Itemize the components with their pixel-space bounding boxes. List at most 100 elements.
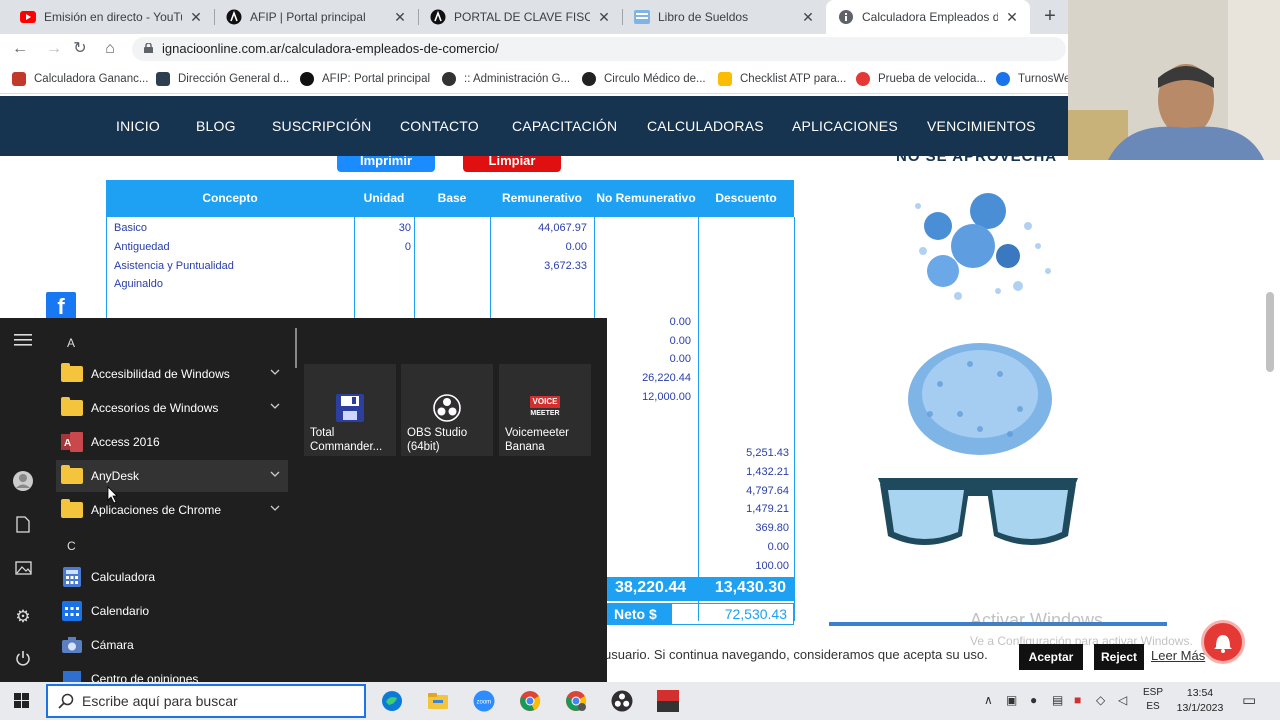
no-remunerativo-cell: 12,000.00 — [642, 391, 691, 403]
facebook-icon[interactable]: f — [46, 292, 76, 320]
section-letter[interactable]: A — [67, 336, 75, 350]
close-icon[interactable]: ✕ — [800, 9, 816, 26]
notification-bell-icon[interactable] — [1201, 620, 1245, 664]
obs-icon[interactable] — [611, 690, 633, 712]
bookmark-item[interactable]: Prueba de velocida... — [856, 70, 986, 88]
chevron-up-icon[interactable]: ∧ — [984, 693, 993, 707]
close-icon[interactable]: ✕ — [392, 9, 408, 26]
taskbar-search-input[interactable]: Escribe aquí para buscar — [46, 684, 366, 718]
bookmark-item[interactable]: AFIP: Portal principal — [300, 70, 430, 88]
speaker-icon[interactable]: ◁ — [1118, 693, 1127, 707]
start-item-calculadora[interactable]: Calculadora — [56, 561, 288, 593]
notifications-icon[interactable]: ▭ — [1242, 691, 1256, 709]
cookie-notice: usuario. Si continua navegando, consider… — [604, 647, 988, 662]
file-explorer-icon[interactable] — [427, 690, 449, 712]
clear-button[interactable]: Limpiar — [463, 156, 561, 172]
start-item-camara[interactable]: Cámara — [56, 629, 288, 661]
start-item-label: Centro de opiniones — [91, 672, 199, 682]
bookmark-item[interactable]: Circulo Médico de... — [582, 70, 706, 88]
remunerativo-cell: 0.00 — [565, 241, 587, 253]
settings-gear-icon[interactable]: ⚙ — [12, 606, 34, 628]
chrome-icon[interactable] — [519, 690, 541, 712]
bookmark-item[interactable]: Dirección General d... — [156, 70, 289, 88]
tab-libro-sueldos[interactable]: Libro de Sueldos ✕ — [622, 0, 826, 34]
start-item-anydesk[interactable]: AnyDesk — [56, 460, 288, 492]
nav-aplicaciones[interactable]: APLICACIONES — [792, 96, 898, 156]
forward-arrow-icon[interactable]: → — [44, 39, 64, 59]
recording-icon[interactable]: ■ — [1074, 693, 1081, 707]
home-icon[interactable]: ⌂ — [100, 39, 120, 59]
tab-clave-fiscal[interactable]: PORTAL DE CLAVE FISCAL ✕ — [418, 0, 622, 34]
keyboard-layout: ES — [1146, 701, 1160, 712]
start-menu-scrollbar[interactable] — [295, 328, 297, 368]
tray-app-icon[interactable]: ▤ — [1052, 693, 1063, 707]
start-item-label: Calendario — [91, 604, 150, 618]
afip-icon — [226, 9, 242, 25]
start-item-aplicaciones-chrome[interactable]: Aplicaciones de Chrome — [56, 494, 288, 526]
cookie-read-more-link[interactable]: Leer Más — [1151, 648, 1205, 663]
start-item-calendario[interactable]: Calendario — [56, 595, 288, 627]
nav-contacto[interactable]: CONTACTO — [400, 96, 479, 156]
nav-calculadoras[interactable]: CALCULADORAS — [647, 96, 764, 156]
chrome-profile-icon[interactable] — [565, 690, 587, 712]
tab-youtube[interactable]: Emisión en directo - YouTube ✕ — [8, 0, 214, 34]
plastic-pellets-image — [908, 343, 1052, 455]
tile-obs-studio[interactable]: OBS Studio (64bit) — [401, 364, 493, 456]
user-avatar-icon[interactable] — [12, 470, 34, 492]
afip-icon — [430, 9, 446, 25]
start-item-accesorios[interactable]: Accesorios de Windows — [56, 392, 288, 424]
reload-icon[interactable]: ↻ — [70, 39, 90, 59]
bookmark-item[interactable]: :: Administración G... — [442, 70, 570, 88]
page-scrollbar[interactable] — [1266, 292, 1274, 372]
microphone-icon[interactable]: ● — [1030, 693, 1037, 707]
tile-total-commander[interactable]: Total Commander... — [304, 364, 396, 456]
language-indicator[interactable]: ESP ES — [1140, 686, 1166, 714]
descuento-cell: 5,251.43 — [746, 447, 789, 459]
network-icon[interactable]: ▣ — [1006, 693, 1017, 707]
zoom-icon[interactable]: zoom — [473, 690, 495, 712]
nav-blog[interactable]: BLOG — [196, 96, 236, 156]
cookie-reject-button[interactable]: Reject — [1094, 644, 1144, 670]
print-button[interactable]: Imprimir — [337, 156, 435, 172]
voicemeeter-icon[interactable] — [657, 690, 679, 712]
wifi-icon[interactable]: ◇ — [1096, 693, 1105, 707]
close-icon[interactable]: ✕ — [188, 9, 204, 26]
tab-label: Emisión en directo - YouTube — [44, 10, 182, 24]
bookmark-item[interactable]: TurnosWe — [996, 70, 1070, 88]
ad-heading: NO SE APROVECHA — [896, 156, 1058, 165]
close-icon[interactable]: ✕ — [596, 9, 612, 26]
new-tab-icon[interactable]: + — [1038, 4, 1062, 28]
unit-cell: 30 — [398, 222, 411, 234]
nav-suscripcion[interactable]: SUSCRIPCIÓN — [272, 96, 371, 156]
start-item-label: Aplicaciones de Chrome — [91, 503, 222, 517]
nav-inicio[interactable]: INICIO — [116, 96, 160, 156]
cookie-accept-button[interactable]: Aceptar — [1019, 644, 1083, 670]
bookmark-item[interactable]: Calculadora Gananc... — [12, 70, 148, 88]
nav-vencimientos[interactable]: VENCIMIENTOS — [927, 96, 1036, 156]
windows-start-icon[interactable] — [0, 682, 44, 720]
documents-icon[interactable] — [12, 516, 34, 538]
url-field[interactable]: ignacioonline.com.ar/calculadora-emplead… — [132, 37, 1066, 61]
tile-voicemeeter[interactable]: VOICE MEETER Voicemeeter Banana — [499, 364, 591, 456]
start-item-access[interactable]: A Access 2016 — [56, 426, 288, 458]
start-item-accesibilidad[interactable]: Accesibilidad de Windows — [56, 358, 288, 390]
power-icon[interactable] — [12, 650, 34, 672]
nav-capacitacion[interactable]: CAPACITACIÓN — [512, 96, 617, 156]
edge-icon[interactable] — [381, 690, 403, 712]
tab-afip[interactable]: AFIP | Portal principal ✕ — [214, 0, 418, 34]
drive-icon — [718, 72, 732, 86]
start-item-centro-opiniones[interactable]: Centro de opiniones — [56, 663, 288, 682]
tab-calculadora[interactable]: Calculadora Empleados de Comercio ✕ — [826, 0, 1030, 34]
close-icon[interactable]: ✕ — [1004, 9, 1020, 26]
start-item-label: AnyDesk — [91, 469, 140, 483]
bookmark-item[interactable]: Checklist ATP para... — [718, 70, 846, 88]
bookmark-icon — [156, 72, 170, 86]
concept-cell: Aguinaldo — [114, 278, 163, 290]
clock[interactable]: 13:54 13/1/2023 — [1170, 686, 1230, 716]
back-arrow-icon[interactable]: ← — [10, 39, 30, 59]
globe-icon — [582, 72, 596, 86]
section-letter[interactable]: C — [67, 539, 76, 553]
pictures-icon[interactable] — [12, 561, 34, 583]
hamburger-menu-icon[interactable] — [12, 333, 34, 355]
concept-cell: Asistencia y Puntualidad — [114, 260, 234, 272]
